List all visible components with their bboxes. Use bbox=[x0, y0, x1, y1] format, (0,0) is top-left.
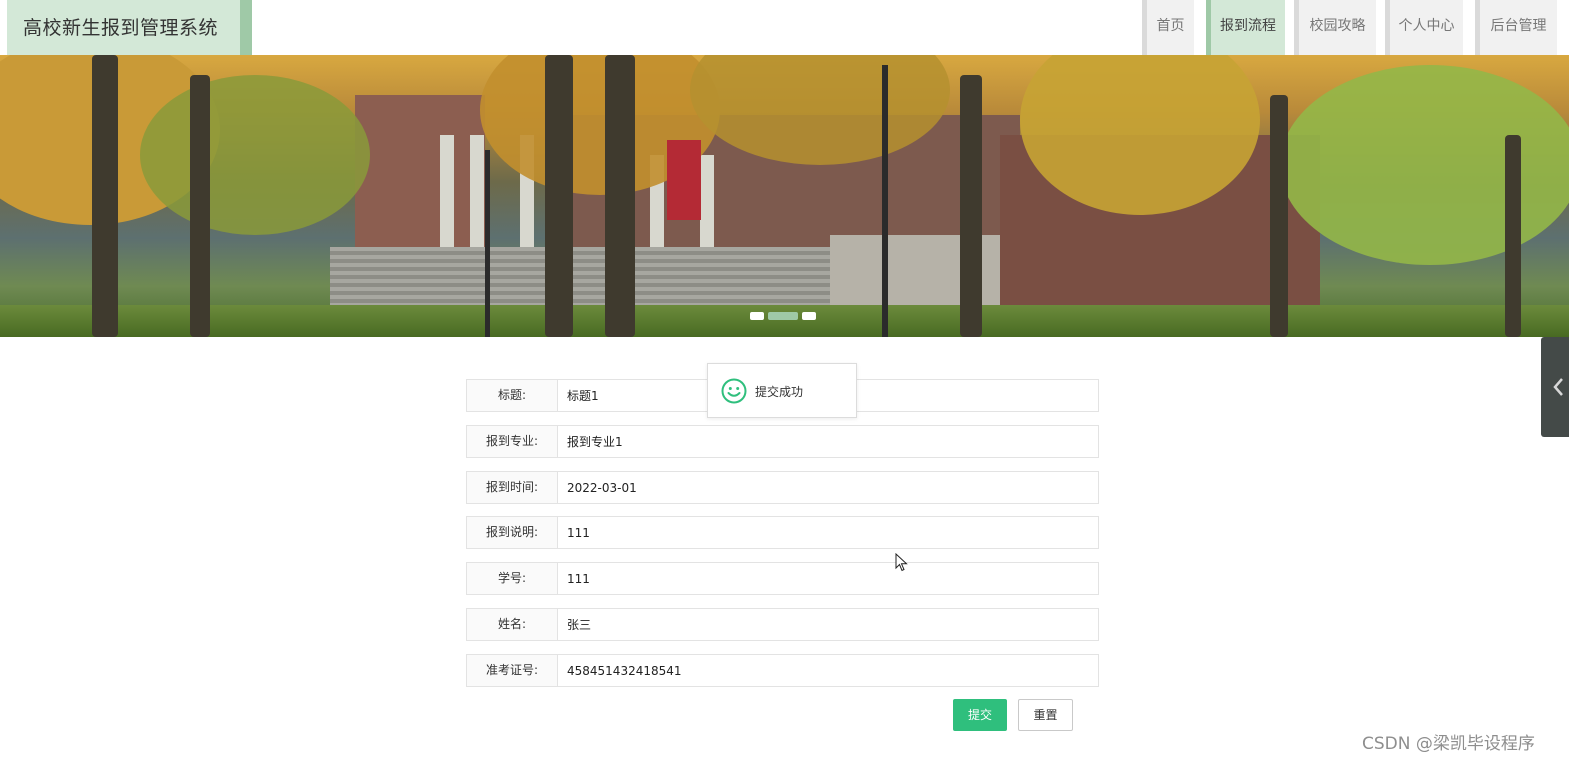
description-input[interactable] bbox=[559, 519, 1095, 546]
banner-tree-trunk bbox=[1270, 95, 1288, 337]
field-label: 报到说明: bbox=[467, 517, 558, 548]
mouse-cursor-icon bbox=[895, 553, 908, 572]
banner-tree-trunk bbox=[1505, 135, 1521, 337]
exam-number-input[interactable] bbox=[559, 657, 1095, 684]
banner-tree-trunk bbox=[92, 55, 118, 337]
banner-carousel[interactable] bbox=[0, 55, 1569, 337]
form-row-exam-number: 准考证号: bbox=[466, 654, 1099, 687]
banner-tree-trunk bbox=[960, 75, 982, 337]
chevron-left-icon bbox=[1553, 378, 1563, 396]
field-label: 准考证号: bbox=[467, 655, 558, 686]
banner-foliage bbox=[140, 75, 370, 235]
student-id-input[interactable] bbox=[559, 565, 1095, 592]
submit-button[interactable]: 提交 bbox=[953, 699, 1007, 731]
banner-tree-trunk bbox=[190, 75, 210, 337]
reset-button[interactable]: 重置 bbox=[1018, 699, 1073, 731]
form-row-description: 报到说明: bbox=[466, 516, 1099, 549]
registration-time-input[interactable] bbox=[559, 474, 1095, 501]
banner-column bbox=[700, 155, 714, 250]
top-header: 高校新生报到管理系统 首页 报到流程 校园攻略 个人中心 后台管理 bbox=[0, 0, 1569, 55]
smiley-icon bbox=[721, 378, 747, 404]
banner-steps bbox=[330, 247, 850, 307]
field-label: 标题: bbox=[467, 380, 558, 411]
nav-campus-guide[interactable]: 校园攻略 bbox=[1294, 0, 1376, 55]
banner-building-left bbox=[355, 95, 485, 255]
toast-message: 提交成功 bbox=[755, 385, 804, 399]
site-brand[interactable]: 高校新生报到管理系统 bbox=[7, 0, 252, 55]
form-row-time: 报到时间: bbox=[466, 471, 1099, 504]
nav-home[interactable]: 首页 bbox=[1142, 0, 1194, 55]
site-title: 高校新生报到管理系统 bbox=[23, 17, 219, 39]
nav-personal-center[interactable]: 个人中心 bbox=[1385, 0, 1463, 55]
banner-lamp-post bbox=[485, 150, 490, 337]
banner-flag bbox=[667, 140, 701, 220]
field-label: 报到时间: bbox=[467, 472, 558, 503]
success-toast: 提交成功 bbox=[707, 363, 857, 418]
nav-admin[interactable]: 后台管理 bbox=[1475, 0, 1557, 55]
carousel-dot-active[interactable] bbox=[768, 312, 798, 320]
carousel-dot[interactable] bbox=[750, 312, 764, 320]
field-label: 报到专业: bbox=[467, 426, 558, 457]
side-panel-toggle[interactable] bbox=[1541, 337, 1569, 437]
watermark: CSDN @梁凯毕设程序 bbox=[1362, 734, 1535, 754]
name-input[interactable] bbox=[559, 611, 1095, 638]
nav-registration-process[interactable]: 报到流程 bbox=[1206, 0, 1285, 55]
banner-foliage bbox=[1280, 65, 1569, 265]
form-row-student-id: 学号: bbox=[466, 562, 1099, 595]
form-row-name: 姓名: bbox=[466, 608, 1099, 641]
field-label: 学号: bbox=[467, 563, 558, 594]
banner-tree-trunk bbox=[545, 55, 573, 337]
banner-tree-trunk bbox=[605, 55, 635, 337]
carousel-indicators bbox=[750, 312, 820, 322]
carousel-dot[interactable] bbox=[802, 312, 816, 320]
major-input[interactable] bbox=[559, 428, 1095, 455]
banner-lamp-post bbox=[882, 65, 888, 337]
banner-column bbox=[440, 135, 454, 250]
field-label: 姓名: bbox=[467, 609, 558, 640]
form-row-major: 报到专业: bbox=[466, 425, 1099, 458]
banner-column bbox=[470, 135, 484, 250]
